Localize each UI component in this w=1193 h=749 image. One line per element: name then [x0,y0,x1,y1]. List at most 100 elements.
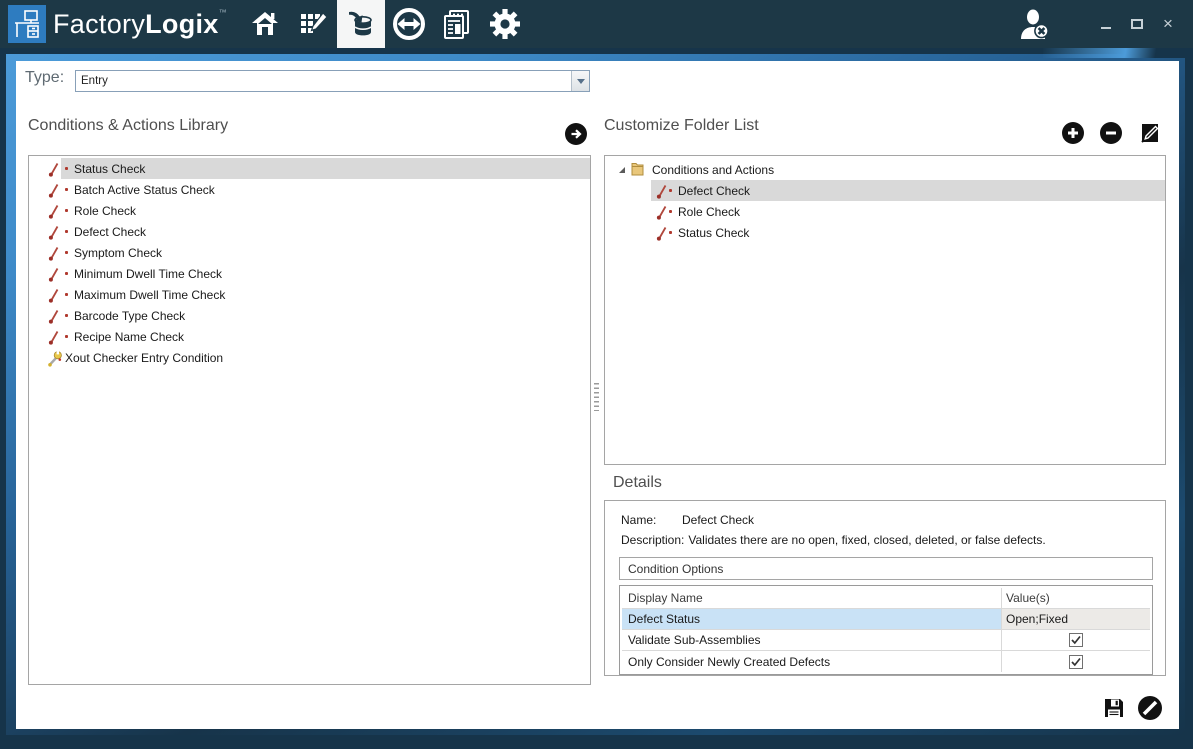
planning-grid-pencil-icon[interactable] [289,0,337,48]
brand-wordmark: FactoryLogix™ [53,8,227,40]
library-item-label: Status Check [74,162,145,176]
option-row[interactable]: Defect StatusOpen;Fixed [622,609,1150,630]
type-select-value: Entry [76,75,571,87]
window-controls: × [1099,17,1175,31]
folder-icon [631,161,644,179]
condition-icon [655,183,669,199]
condition-icon [47,161,61,177]
column-values: Value(s) [1002,588,1150,608]
remove-circle-icon[interactable] [1100,122,1122,144]
library-item-label: Barcode Type Check [74,309,185,323]
factorylogix-logo-icon [8,5,46,43]
tree-item[interactable]: Role Check [605,201,1165,222]
tree-root-row[interactable]: Conditions and Actions [605,159,1165,180]
save-floppy-icon[interactable] [1103,697,1125,722]
add-circle-icon[interactable] [1062,122,1084,144]
minimize-button[interactable] [1099,17,1113,31]
database-import-icon[interactable] [337,0,385,48]
tree-item-label: Role Check [678,205,740,219]
details-panel: Name: Defect Check Description: Validate… [604,500,1166,676]
condition-options-table: Display Name Value(s) Defect StatusOpen;… [619,585,1153,675]
library-item[interactable]: Defect Check [29,221,590,242]
close-button[interactable]: × [1161,17,1175,31]
library-item-label: Xout Checker Entry Condition [65,351,223,365]
condition-icon [655,204,669,220]
bullet-icon [65,293,68,296]
library-item[interactable]: Xout Checker Entry Condition [29,347,590,368]
tree-item[interactable]: Defect Check [605,180,1165,201]
option-row[interactable]: Only Consider Newly Created Defects [622,651,1150,672]
condition-icon [47,245,61,261]
checkbox-checked[interactable] [1069,655,1083,669]
options-rows: Defect StatusOpen;FixedValidate Sub-Asse… [622,609,1150,672]
cancel-slash-icon[interactable] [1137,695,1163,724]
detail-name-row: Name: Defect Check [621,513,754,527]
description-label: Description: [621,533,684,547]
condition-icon [47,287,61,303]
option-value[interactable] [1002,630,1150,650]
bullet-icon [65,314,68,317]
library-item-label: Batch Active Status Check [74,183,215,197]
checkbox-checked[interactable] [1069,633,1083,647]
library-item[interactable]: Symptom Check [29,242,590,263]
chevron-down-icon [577,79,585,84]
bullet-icon [65,335,68,338]
condition-icon [47,266,61,282]
bullet-icon [65,167,68,170]
type-select-dropdown-button[interactable] [571,71,589,91]
library-item[interactable]: Recipe Name Check [29,326,590,347]
option-name: Defect Status [622,609,1002,629]
maximize-button[interactable] [1130,17,1144,31]
library-item[interactable]: Role Check [29,200,590,221]
column-display-name: Display Name [622,588,1002,608]
library-item[interactable]: Minimum Dwell Time Check [29,263,590,284]
main-content: Type: Entry Conditions & Actions Library… [16,61,1179,729]
titlebar: FactoryLogix™ [0,0,1193,48]
tree-item-label: Defect Check [678,184,750,198]
library-item-label: Minimum Dwell Time Check [74,267,222,281]
transfer-arrows-icon[interactable] [385,0,433,48]
library-item-label: Role Check [74,204,136,218]
settings-gear-icon[interactable] [481,0,529,48]
user-logout-icon[interactable] [1019,9,1053,39]
condition-icon [47,308,61,324]
tree-root-label: Conditions and Actions [652,163,774,177]
bullet-icon [669,210,672,213]
app-window: FactoryLogix™ [0,0,1193,749]
option-value[interactable] [1002,651,1150,672]
library-item[interactable]: Barcode Type Check [29,305,590,326]
folders-title: Customize Folder List [604,117,759,135]
name-label: Name: [621,513,678,527]
tree-item[interactable]: Status Check [605,222,1165,243]
library-title: Conditions & Actions Library [28,117,228,135]
home-icon[interactable] [241,0,289,48]
option-name: Only Consider Newly Created Defects [622,651,1002,672]
condition-icon [47,182,61,198]
tree-item-label: Status Check [678,226,749,240]
type-select[interactable]: Entry [75,70,590,92]
bullet-icon [65,272,68,275]
details-title: Details [613,474,662,492]
library-item[interactable]: Maximum Dwell Time Check [29,284,590,305]
edit-pencil-icon[interactable] [1139,122,1161,144]
expander-icon[interactable] [619,167,625,173]
arrow-right-circle-icon[interactable] [565,123,587,145]
library-item[interactable]: Status Check [29,158,590,179]
condition-icon [655,225,669,241]
library-item-label: Symptom Check [74,246,162,260]
condition-options-group: Condition Options [619,557,1153,580]
titlebar-right: × [1019,9,1175,39]
option-row[interactable]: Validate Sub-Assemblies [622,630,1150,651]
library-item-label: Maximum Dwell Time Check [74,288,225,302]
library-item-label: Recipe Name Check [74,330,184,344]
wrench-icon [47,350,61,366]
library-list: Status Check Batch Active Status Check Rol… [28,155,591,685]
option-value[interactable]: Open;Fixed [1002,609,1150,629]
name-value: Defect Check [682,513,754,527]
condition-icon [47,203,61,219]
library-item[interactable]: Batch Active Status Check [29,179,590,200]
options-table-header: Display Name Value(s) [622,588,1150,609]
type-label: Type: [25,69,64,87]
reports-pages-icon[interactable] [433,0,481,48]
panel-splitter[interactable] [594,383,599,411]
